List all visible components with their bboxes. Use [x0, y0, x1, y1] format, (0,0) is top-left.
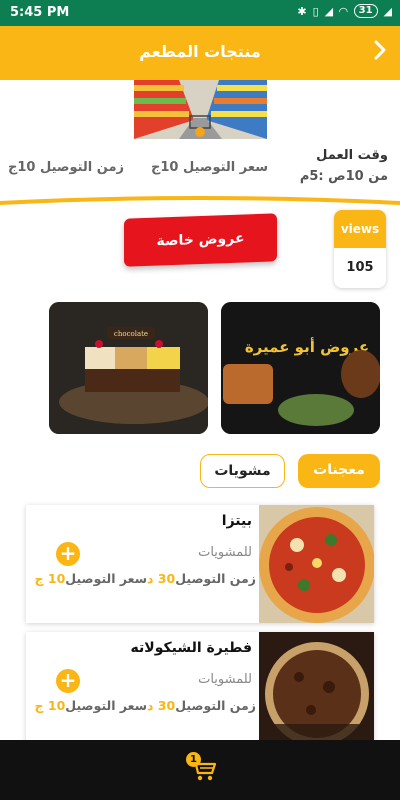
- plus-icon: +: [59, 668, 77, 692]
- bottom-bar: 1: [0, 740, 400, 800]
- product-category: للمشويات: [198, 672, 252, 687]
- wifi-icon: ◠: [339, 4, 348, 18]
- delivery-time-value: 30: [157, 698, 176, 713]
- delivery-time-label: زمن التوصيل: [175, 571, 256, 586]
- views-count: 105: [346, 260, 374, 275]
- add-to-cart-button[interactable]: +: [56, 669, 80, 693]
- product-delivery-info: زمن التوصيل30 دسعر التوصيل10 ج: [35, 698, 257, 713]
- working-time-value: من 10ص :5م: [299, 169, 388, 184]
- status-time: 5:45 PM: [10, 5, 70, 20]
- plus-icon: +: [59, 541, 77, 565]
- delivery-time-unit: د: [147, 698, 154, 713]
- promo-chocolate-label: chocolate: [114, 330, 148, 338]
- working-time-label: وقت العمل: [316, 148, 388, 163]
- working-time: وقت العمل من 10ص :5م: [300, 148, 388, 184]
- add-to-cart-button[interactable]: +: [56, 542, 80, 566]
- status-bar: 5:45 PM ✱ ▯ ◢ ◠ 31 ◢: [0, 0, 400, 26]
- product-card[interactable]: فطيرة الشيكولاته للمشويات + زمن التوصيل3…: [26, 632, 374, 750]
- delivery-time: زمن التوصيل 10ج: [8, 160, 125, 175]
- vibrate-icon: ▯: [312, 4, 319, 18]
- delivery-price: سعر التوصيل 10ج: [151, 160, 268, 175]
- battery-icon: 31: [353, 4, 378, 18]
- tab-grills[interactable]: مشويات: [200, 454, 285, 488]
- delivery-price-unit: ج: [34, 571, 44, 586]
- product-name: بيتزا: [221, 513, 252, 529]
- promo-card-chocolate[interactable]: chocolate: [49, 302, 208, 434]
- product-image-chocolate-pie: [259, 632, 374, 750]
- product-delivery-info: زمن التوصيل30 دسعر التوصيل10 ج: [35, 571, 257, 586]
- delivery-time-label: زمن التوصيل: [175, 698, 256, 713]
- signal-icon: ◢: [324, 4, 334, 18]
- delivery-price-value: 10: [47, 571, 66, 586]
- delivery-time-unit: د: [147, 571, 154, 586]
- views-label: views: [334, 210, 386, 248]
- views-card: views 105: [334, 210, 386, 288]
- delivery-price-label: سعر التوصيل: [65, 571, 148, 586]
- product-category: للمشويات: [198, 545, 252, 560]
- product-image-pizza: [259, 505, 374, 623]
- product-name: فطيرة الشيكولاته: [130, 640, 252, 656]
- back-button[interactable]: [374, 40, 386, 66]
- restaurant-banner-image: [134, 80, 267, 139]
- delivery-time-value: 30: [157, 571, 176, 586]
- special-offers-button[interactable]: عروض خاصة: [124, 213, 277, 267]
- header-divider: [0, 196, 400, 205]
- delivery-price-label: سعر التوصيل: [65, 698, 148, 713]
- promo-abu-omira-title: عروض أبو عميرة: [245, 337, 369, 356]
- bluetooth-icon: ✱: [297, 4, 307, 18]
- chevron-right-icon: [374, 40, 386, 60]
- delivery-price-unit: ج: [34, 698, 44, 713]
- page-title: منتجات المطعم: [139, 42, 261, 61]
- promo-card-abu-omira[interactable]: عروض أبو عميرة: [221, 302, 380, 434]
- product-card[interactable]: بيتزا للمشويات + زمن التوصيل30 دسعر التو…: [26, 505, 374, 623]
- signal-bars-icon: ◢: [383, 4, 392, 18]
- status-icons: ✱ ▯ ◢ ◠ 31 ◢: [297, 4, 392, 18]
- app-bar: منتجات المطعم: [0, 26, 400, 80]
- delivery-price-value: 10: [47, 698, 66, 713]
- tab-pastries[interactable]: معجنات: [298, 454, 380, 488]
- cart-count-badge: 1: [186, 752, 201, 767]
